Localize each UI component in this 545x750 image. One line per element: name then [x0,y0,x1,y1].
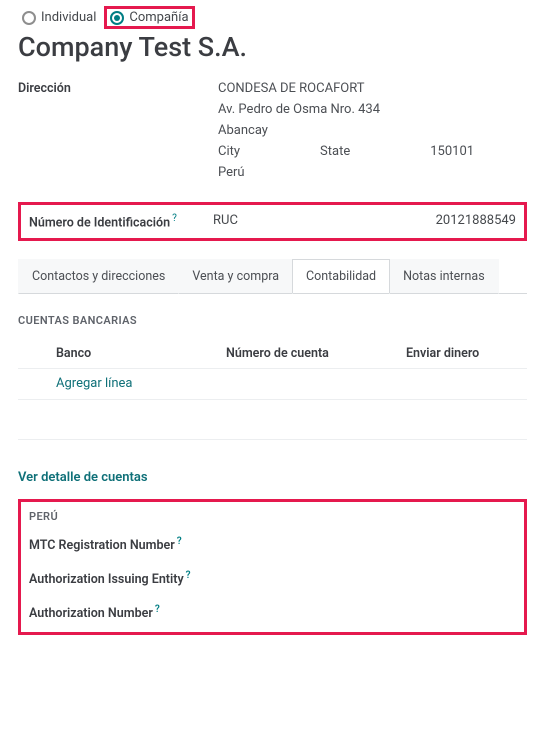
company-name[interactable]: Company Test S.A. [18,31,527,63]
address-street[interactable]: Av. Pedro de Osma Nro. 434 [218,102,527,117]
address-section: Dirección CONDESA DE ROCAFORT Av. Pedro … [18,81,527,186]
help-icon[interactable]: ? [177,536,182,547]
radio-icon [110,11,124,25]
bank-add-line-row: Agregar línea [18,369,527,400]
mtc-registration-label: MTC Registration Number [29,538,175,553]
help-icon[interactable]: ? [186,570,191,581]
address-city2[interactable]: Abancay [218,123,527,138]
address-city[interactable]: City [218,144,240,159]
bank-col-account: Número de cuenta [226,346,406,361]
entity-type-selector: Individual Compañía [18,8,527,27]
auth-entity-field: Authorization Issuing Entity? [29,569,209,589]
tab-contacts[interactable]: Contactos y direcciones [18,259,179,294]
radio-company-label: Compañía [129,10,188,25]
peru-caption: PERÚ [29,510,516,523]
tab-accounting[interactable]: Contabilidad [292,259,390,293]
identification-value[interactable]: 20121888549 [436,213,516,228]
radio-company[interactable]: Compañía [106,8,192,27]
address-zip[interactable]: 150101 [430,144,474,159]
address-label: Dirección [18,81,71,96]
identification-label: Número de Identificación [29,215,170,230]
address-name[interactable]: CONDESA DE ROCAFORT [218,81,527,96]
auth-number-label: Authorization Number [29,606,153,621]
address-country[interactable]: Perú [218,165,527,180]
tab-sales[interactable]: Venta y compra [178,259,293,294]
mtc-registration-field: MTC Registration Number? [29,535,209,555]
bank-col-bank: Banco [56,346,226,361]
identification-row: Número de Identificación? RUC 2012188854… [18,202,527,241]
radio-icon [22,11,36,25]
bank-accounts-caption: CUENTAS BANCARIAS [18,314,527,327]
help-icon[interactable]: ? [172,213,177,224]
peru-section: PERÚ MTC Registration Number? Authorizat… [18,499,527,635]
bank-col-send: Enviar dinero [406,346,527,361]
add-line-link[interactable]: Agregar línea [56,376,132,391]
bank-empty-spacer [18,400,527,440]
account-detail-link[interactable]: Ver detalle de cuentas [18,470,148,485]
help-icon[interactable]: ? [155,604,160,615]
auth-entity-label: Authorization Issuing Entity [29,572,184,587]
auth-number-field: Authorization Number? [29,603,209,623]
tab-bar: Contactos y direcciones Venta y compra C… [18,259,527,294]
address-state[interactable]: State [320,144,350,159]
bank-table-header: Banco Número de cuenta Enviar dinero [18,339,527,369]
radio-individual-label: Individual [41,10,96,25]
identification-type[interactable]: RUC [213,213,353,228]
tab-notes[interactable]: Notas internas [389,259,499,294]
radio-individual[interactable]: Individual [18,8,100,27]
